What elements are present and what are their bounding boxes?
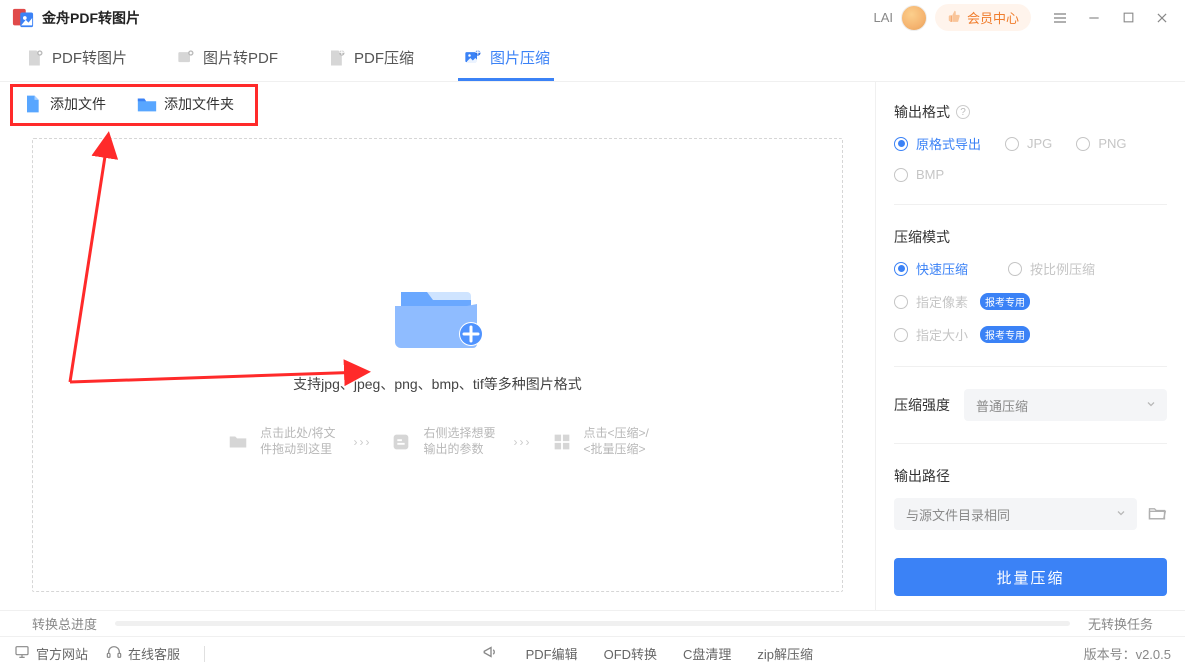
arrow-dots-icon: ››› xyxy=(514,435,532,449)
version-label: 版本号：v2.0.5 xyxy=(1084,644,1171,663)
chevron-down-icon xyxy=(1145,398,1157,413)
headset-icon xyxy=(106,644,122,663)
tab-pdf-to-image[interactable]: PDF转图片 xyxy=(20,47,131,81)
output-path-title: 输出路径 xyxy=(894,466,1167,486)
output-format-section: 输出格式 ? 原格式导出 JPG PNG BMP xyxy=(894,102,1167,182)
compress-mode-section: 压缩模式 快速压缩 按比例压缩 指定像素 报考专用 指定大小 报考专用 xyxy=(894,227,1167,344)
file-action-row: 添加文件 添加文件夹 xyxy=(0,82,875,130)
radio-ratio-compress[interactable]: 按比例压缩 xyxy=(1008,259,1095,278)
avatar[interactable] xyxy=(901,5,927,31)
radio-bmp[interactable]: BMP xyxy=(894,167,944,182)
tab-image-compress[interactable]: 图片压缩 xyxy=(458,47,554,81)
radio-original-format[interactable]: 原格式导出 xyxy=(894,134,981,153)
tab-image-to-pdf[interactable]: 图片转PDF xyxy=(171,47,282,81)
radio-pixel-compress[interactable]: 指定像素 报考专用 xyxy=(894,292,1167,311)
output-format-title: 输出格式 xyxy=(894,102,950,122)
progress-status: 无转换任务 xyxy=(1088,614,1153,633)
megaphone-icon xyxy=(482,643,500,664)
app-logo-icon xyxy=(12,7,34,29)
batch-compress-button[interactable]: 批量压缩 xyxy=(894,558,1167,596)
pdf-compress-icon xyxy=(326,48,346,68)
exam-badge: 报考专用 xyxy=(980,326,1030,343)
open-folder-button[interactable] xyxy=(1147,503,1167,526)
add-folder-button[interactable]: 添加文件夹 xyxy=(126,88,244,120)
output-path-section: 输出路径 与源文件目录相同 xyxy=(894,466,1167,530)
compress-mode-title: 压缩模式 xyxy=(894,227,1167,247)
support-link[interactable]: 在线客服 xyxy=(106,644,180,663)
exam-badge: 报考专用 xyxy=(980,293,1030,310)
image-to-pdf-icon xyxy=(175,48,195,68)
compress-step-icon xyxy=(550,430,574,454)
tab-pdf-compress[interactable]: PDF压缩 xyxy=(322,47,418,81)
close-button[interactable] xyxy=(1151,7,1173,29)
compress-strength-section: 压缩强度 普通压缩 xyxy=(894,389,1167,421)
vip-center-button[interactable]: 会员中心 xyxy=(935,4,1031,31)
dropzone-supports-text: 支持jpg、jpeg、png、bmp、tif等多种图片格式 xyxy=(293,374,582,394)
compress-strength-select[interactable]: 普通压缩 xyxy=(964,389,1167,421)
steps-guide: 点击此处/将文 件拖动到这里 ››› 右侧选择想要 输出的参数 xyxy=(226,426,649,457)
compress-strength-title: 压缩强度 xyxy=(894,395,950,415)
arrow-dots-icon: ››› xyxy=(353,435,371,449)
footer-ofd-convert[interactable]: OFD转换 xyxy=(604,643,657,664)
minimize-button[interactable] xyxy=(1083,7,1105,29)
help-icon[interactable]: ? xyxy=(956,105,970,119)
tab-bar: PDF转图片 图片转PDF PDF压缩 图片压缩 xyxy=(0,36,1185,82)
footer: 官方网站 在线客服 PDF编辑 OFD转换 C盘清理 zip解压缩 版本号：v2… xyxy=(0,636,1185,670)
user-name-label: LAI xyxy=(873,10,893,25)
maximize-button[interactable] xyxy=(1117,7,1139,29)
title-bar: 金舟PDF转图片 LAI 会员中心 xyxy=(0,0,1185,36)
settings-step-icon xyxy=(389,430,413,454)
folder-icon xyxy=(136,94,156,114)
right-panel: 输出格式 ? 原格式导出 JPG PNG BMP 压缩模式 xyxy=(875,82,1185,610)
dropzone[interactable]: 支持jpg、jpeg、png、bmp、tif等多种图片格式 点击此处/将文 件拖… xyxy=(32,138,843,592)
file-icon xyxy=(22,94,42,114)
menu-button[interactable] xyxy=(1049,7,1071,29)
thumbs-up-icon xyxy=(947,9,961,26)
pdf-to-image-icon xyxy=(24,48,44,68)
add-file-button[interactable]: 添加文件 xyxy=(12,88,116,120)
output-path-select[interactable]: 与源文件目录相同 xyxy=(894,498,1137,530)
progress-bar xyxy=(115,621,1070,626)
progress-row: 转换总进度 无转换任务 xyxy=(0,610,1185,636)
footer-zip[interactable]: zip解压缩 xyxy=(757,643,813,664)
radio-png[interactable]: PNG xyxy=(1076,134,1126,153)
footer-pdf-edit[interactable]: PDF编辑 xyxy=(526,643,578,664)
app-title: 金舟PDF转图片 xyxy=(42,8,140,28)
footer-c-clean[interactable]: C盘清理 xyxy=(683,643,731,664)
folder-outline-icon xyxy=(226,430,250,454)
image-compress-icon xyxy=(462,48,482,68)
folder-plus-icon xyxy=(393,272,483,342)
official-site-link[interactable]: 官方网站 xyxy=(14,644,88,663)
radio-fast-compress[interactable]: 快速压缩 xyxy=(894,259,968,278)
radio-size-compress[interactable]: 指定大小 报考专用 xyxy=(894,325,1167,344)
monitor-icon xyxy=(14,644,30,663)
radio-jpg[interactable]: JPG xyxy=(1005,134,1052,153)
progress-label: 转换总进度 xyxy=(32,614,97,633)
chevron-down-icon xyxy=(1115,507,1127,522)
